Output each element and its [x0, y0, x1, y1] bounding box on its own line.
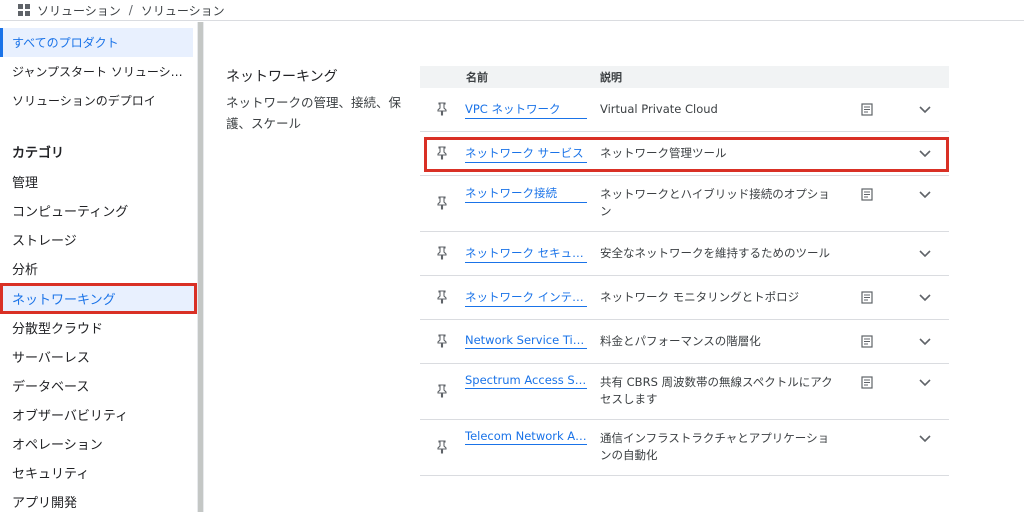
products-table: 名前 説明 VPC ネットワーク Virtual Private Cloud ネット…	[420, 66, 949, 476]
sidebar-category-app-dev[interactable]: アプリ開発	[0, 487, 193, 512]
table-row[interactable]: ネットワーク インテ… ネットワーク モニタリングとトポロジ	[420, 276, 949, 320]
section-title: ネットワーキング	[226, 69, 338, 85]
sidebar-category-distributed-cloud[interactable]: 分散型クラウド	[0, 313, 193, 342]
product-description: ネットワーク管理ツール	[600, 146, 727, 160]
chevron-down-icon[interactable]	[918, 148, 932, 158]
pin-icon[interactable]	[436, 102, 448, 116]
product-description: 通信インフラストラクチャとアプリケーションの自動化	[600, 431, 830, 462]
breadcrumb-separator: /	[128, 3, 133, 17]
breadcrumb-part1[interactable]: ソリューション	[37, 2, 121, 19]
product-description: ネットワークとハイブリッド接続のオプション	[600, 187, 830, 218]
product-description: 共有 CBRS 周波数帯の無線スペクトルにアクセスします	[600, 375, 833, 406]
pin-icon[interactable]	[436, 246, 448, 260]
sidebar-item-all-products[interactable]: すべてのプロダクト	[0, 28, 193, 57]
pin-icon[interactable]	[436, 146, 448, 160]
product-link[interactable]: ネットワーク セキュ…	[465, 245, 587, 263]
chevron-down-icon[interactable]	[918, 292, 932, 302]
product-link[interactable]: Telecom Network Aut…	[465, 429, 587, 445]
sidebar-category-databases[interactable]: データベース	[0, 371, 193, 400]
chevron-down-icon[interactable]	[918, 248, 932, 258]
chevron-down-icon[interactable]	[918, 433, 932, 443]
scrollbar-thumb[interactable]	[198, 22, 203, 512]
product-description: Virtual Private Cloud	[600, 102, 718, 116]
document-icon[interactable]	[861, 335, 873, 348]
table-row[interactable]: ネットワーク接続 ネットワークとハイブリッド接続のオプション	[420, 176, 949, 232]
pin-icon[interactable]	[436, 384, 448, 398]
column-header-name: 名前	[466, 71, 488, 84]
product-link[interactable]: ネットワーク インテ…	[465, 289, 587, 307]
table-row[interactable]: ネットワーク セキュ… 安全なネットワークを維持するためのツール	[420, 232, 949, 276]
document-icon[interactable]	[861, 376, 873, 389]
pin-icon[interactable]	[436, 196, 448, 210]
sidebar-category-serverless[interactable]: サーバーレス	[0, 342, 193, 371]
pin-icon[interactable]	[436, 440, 448, 454]
table-row[interactable]: Network Service Tiers 料金とパフォーマンスの階層化	[420, 320, 949, 364]
sidebar-scrollbar[interactable]	[197, 22, 204, 512]
sidebar-category-networking[interactable]: ネットワーキング	[0, 283, 197, 314]
document-icon[interactable]	[861, 188, 873, 201]
document-icon[interactable]	[861, 103, 873, 116]
sidebar-category-compute[interactable]: コンピューティング	[0, 196, 193, 225]
column-header-description: 説明	[600, 71, 622, 84]
sidebar-item-jumpstart[interactable]: ジャンプスタート ソリューシ…	[0, 57, 193, 86]
category-header: カテゴリ	[12, 146, 65, 161]
table-row[interactable]: Telecom Network Aut… 通信インフラストラクチャとアプリケーショ…	[420, 420, 949, 476]
sidebar-category-security[interactable]: セキュリティ	[0, 458, 193, 487]
breadcrumb-part2[interactable]: ソリューション	[141, 2, 225, 19]
chevron-down-icon[interactable]	[918, 104, 932, 114]
chevron-down-icon[interactable]	[918, 336, 932, 346]
pin-icon[interactable]	[436, 334, 448, 348]
product-link[interactable]: VPC ネットワーク	[465, 101, 587, 119]
section-description: ネットワークの管理、接続、保護、スケール	[226, 95, 402, 131]
sidebar: すべてのプロダクト ジャンプスタート ソリューシ… ソリューションのデプロイ カ…	[0, 22, 197, 512]
sidebar-category-management[interactable]: 管理	[0, 167, 193, 196]
breadcrumb: ソリューション / ソリューション	[0, 0, 1024, 21]
document-icon[interactable]	[861, 291, 873, 304]
sidebar-item-deploy[interactable]: ソリューションのデプロイ	[0, 86, 193, 115]
sidebar-category-observability[interactable]: オブザーバビリティ	[0, 400, 193, 429]
product-description: 料金とパフォーマンスの階層化	[600, 334, 761, 348]
table-header: 名前 説明	[420, 66, 949, 88]
table-row[interactable]: VPC ネットワーク Virtual Private Cloud	[420, 88, 949, 132]
sidebar-category-storage[interactable]: ストレージ	[0, 225, 193, 254]
product-description: 安全なネットワークを維持するためのツール	[600, 246, 830, 260]
sidebar-category-operations[interactable]: オペレーション	[0, 429, 193, 458]
product-link[interactable]: ネットワーク接続	[465, 185, 587, 203]
table-row[interactable]: Spectrum Access Syst… 共有 CBRS 周波数帯の無線スペクト…	[420, 364, 949, 420]
product-link[interactable]: Spectrum Access Syst…	[465, 373, 587, 389]
grid-icon[interactable]	[18, 4, 30, 16]
chevron-down-icon[interactable]	[918, 189, 932, 199]
product-link[interactable]: ネットワーク サービス	[465, 145, 587, 163]
table-row[interactable]: ネットワーク サービス ネットワーク管理ツール	[420, 132, 949, 176]
pin-icon[interactable]	[436, 290, 448, 304]
sidebar-category-analytics[interactable]: 分析	[0, 254, 193, 283]
product-description: ネットワーク モニタリングとトポロジ	[600, 290, 800, 304]
product-link[interactable]: Network Service Tiers	[465, 333, 587, 349]
chevron-down-icon[interactable]	[918, 377, 932, 387]
